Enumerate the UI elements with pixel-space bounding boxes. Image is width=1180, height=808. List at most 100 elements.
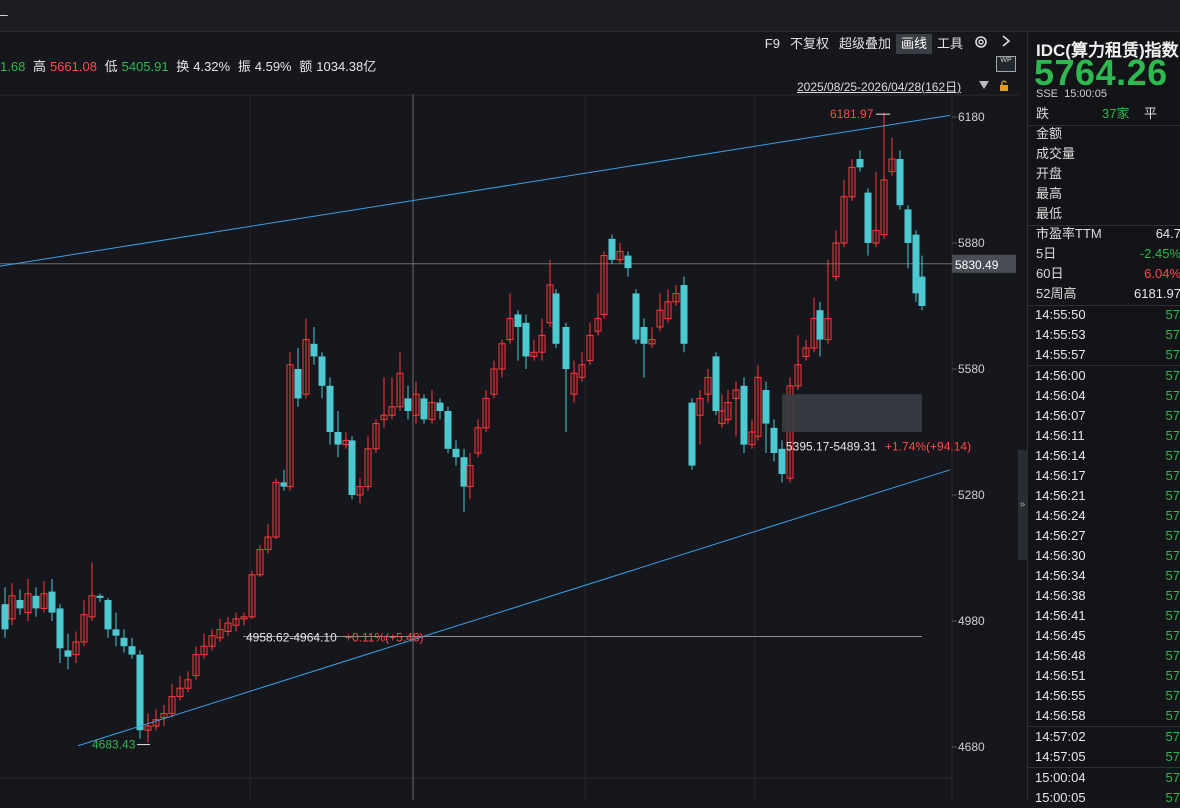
stat-60d: 60日 6.04%: [1036, 264, 1180, 284]
tick-value: 57: [1165, 347, 1180, 362]
lock-icon[interactable]: [998, 80, 1010, 92]
time-label: 15:00:05: [1064, 88, 1107, 100]
candle-body-down: [136, 654, 144, 731]
measure1-pct-label: +0.11%(+5.48): [345, 631, 424, 645]
high-label: 高: [32, 59, 46, 74]
candle-body-down: [444, 411, 452, 449]
draw-line-button[interactable]: 画线: [895, 34, 932, 54]
tick-row: 14:56:00 57: [1027, 366, 1180, 386]
tick-row: 14:56:17 57: [1027, 466, 1180, 486]
tick-time: 14:56:17: [1035, 468, 1086, 483]
candle-body-down: [896, 159, 904, 206]
tick-row: 14:57:02 57: [1027, 727, 1180, 747]
amplitude-label: 振: [237, 59, 251, 74]
candle-body-down: [904, 209, 912, 243]
stat-5d: 5日 -2.45%: [1036, 244, 1180, 264]
candle-body-down: [348, 440, 356, 495]
candle-body-down: [96, 595, 104, 598]
high-marker-label: 6181.97: [830, 107, 874, 121]
candle-body-down: [918, 276, 926, 306]
candle-body-down: [912, 234, 920, 294]
y-axis-label: 5580: [958, 362, 985, 376]
candle-body-down: [318, 356, 326, 386]
tick-value: 57: [1165, 568, 1180, 583]
tick-row: 14:57:05 57: [1027, 747, 1180, 767]
tick-time: 14:56:30: [1035, 548, 1086, 563]
exchange-label: SSE: [1036, 88, 1059, 100]
upper-trendline: [0, 114, 951, 267]
breadth-row: 跌 37家 平: [1036, 104, 1180, 124]
candle-body-down: [334, 432, 342, 445]
candle-body-down: [120, 637, 128, 647]
tools-button[interactable]: 工具: [932, 34, 968, 54]
date-range-link[interactable]: 2025/08/25-2026/04/28(162日): [797, 78, 961, 95]
f9-button[interactable]: F9: [760, 34, 785, 54]
tick-row: 14:56:48 57: [1027, 646, 1180, 666]
candle-body-down: [762, 390, 770, 424]
amount-value: 1034.38亿: [316, 59, 377, 74]
tick-time: 15:00:04: [1035, 770, 1086, 785]
candle-body-down: [522, 322, 530, 357]
candle-body-down: [514, 314, 522, 327]
candle-body-down: [48, 591, 56, 613]
stat-60d-value: 6.04%: [1144, 266, 1180, 281]
field-high: 最高: [1036, 186, 1063, 201]
tick-time: 14:56:48: [1035, 648, 1086, 663]
candle-body-down: [552, 293, 560, 344]
tick-time: 14:56:07: [1035, 408, 1086, 423]
lower-trendline: [77, 469, 951, 747]
candle-body-down: [64, 650, 72, 657]
tick-time: 14:56:55: [1035, 688, 1086, 703]
candle-body-down: [460, 457, 468, 487]
dropdown-triangle-icon[interactable]: [978, 80, 990, 90]
collapse-panel-toggle[interactable]: »: [1018, 450, 1027, 560]
tick-value: 57: [1165, 528, 1180, 543]
tick-value: 57: [1165, 648, 1180, 663]
no-adjust-button[interactable]: 不复权: [785, 34, 834, 54]
field-low: 最低: [1036, 206, 1063, 221]
tick-value: 57: [1165, 749, 1180, 764]
candlestick-chart[interactable]: 6180 5880 5580 5280 4980 4680 5830.49 4958.62-4…: [0, 0, 1018, 800]
tick-time: 14:56:45: [1035, 628, 1086, 643]
tick-value: 57: [1165, 388, 1180, 403]
y-axis-label: 4980: [958, 614, 985, 628]
tick-value: 57: [1165, 588, 1180, 603]
field-amount: 金额: [1036, 126, 1063, 141]
tick-row: 14:56:11 57: [1027, 426, 1180, 446]
tick-value: 57: [1165, 307, 1180, 322]
tick-time: 14:56:51: [1035, 668, 1086, 683]
candle-body-down: [770, 427, 778, 453]
settings-gear-icon[interactable]: [968, 34, 994, 54]
stat-pe: 市盈率TTM 64.7: [1036, 224, 1180, 244]
measure2-pct-label: +1.74%(+94.14): [885, 440, 971, 454]
flat-label: 平: [1144, 106, 1158, 121]
tick-row: 14:56:04 57: [1027, 386, 1180, 406]
y-axis-label: 5880: [958, 236, 985, 250]
chevron-right-icon[interactable]: [994, 34, 1018, 54]
y-axis-label: 6180: [958, 110, 985, 124]
tick-row: 14:56:07 57: [1027, 406, 1180, 426]
tick-list[interactable]: 14:55:50 57 14:55:53 57 14:55:57 57 14:56:00 57…: [1027, 305, 1180, 808]
tick-value: 57: [1165, 468, 1180, 483]
candle-body-down: [778, 448, 786, 474]
stat-pe-value: 64.7: [1155, 226, 1180, 241]
candle-body-down: [562, 327, 570, 369]
tick-row: 14:55:50 57: [1027, 305, 1180, 325]
tick-row: 14:56:51 57: [1027, 666, 1180, 686]
wp-icon[interactable]: WP: [996, 56, 1016, 72]
field-volume: 成交量: [1036, 146, 1076, 161]
candle-body-down: [436, 402, 444, 411]
tick-row: 14:56:30 57: [1027, 546, 1180, 566]
tick-time: 14:56:27: [1035, 528, 1086, 543]
candle-body-down: [56, 608, 64, 649]
candle-body-down: [688, 402, 696, 466]
super-overlay-button[interactable]: 超级叠加: [834, 34, 896, 54]
candle-body-down: [632, 293, 640, 340]
tick-time: 14:56:34: [1035, 568, 1086, 583]
turnover-value: 4.32%: [193, 59, 231, 74]
tick-time: 14:57:05: [1035, 749, 1086, 764]
tick-value: 57: [1165, 608, 1180, 623]
tick-row: 14:56:34 57: [1027, 566, 1180, 586]
tick-time: 15:00:05: [1035, 790, 1086, 805]
candle-body-down: [280, 482, 288, 487]
